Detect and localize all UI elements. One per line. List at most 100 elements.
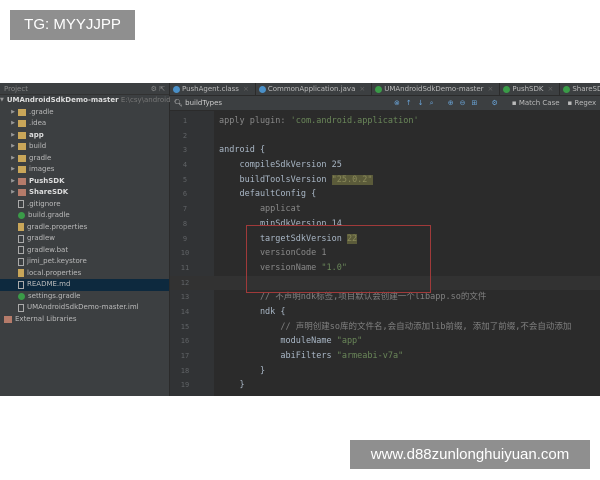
- code-text: ndk {: [219, 306, 286, 317]
- folder-icon: [18, 120, 26, 128]
- code-line: 14 ndk {: [170, 305, 600, 320]
- line-number: 2: [182, 131, 188, 140]
- code-text: compileSdkVersion 25: [219, 160, 342, 171]
- expand-arrow-icon[interactable]: ▶: [8, 141, 18, 153]
- tree-item[interactable]: ▶ PushSDK: [0, 176, 169, 188]
- match-case-checkbox[interactable]: ▪ Match Case: [512, 96, 560, 110]
- editor-tab[interactable]: UMAndroidSdkDemo-master ×: [372, 83, 501, 95]
- tree-item[interactable]: UMAndroidSdkDemo-master.iml: [0, 302, 169, 314]
- tree-item[interactable]: local.properties: [0, 268, 169, 280]
- code-text: abiFilters "armeabi-v7a": [219, 351, 404, 361]
- close-tab-icon[interactable]: ×: [243, 83, 249, 95]
- gradle-icon: [18, 212, 25, 220]
- tree-item[interactable]: README.md: [0, 279, 169, 291]
- line-number: 7: [182, 205, 188, 214]
- code-text: moduleName "app": [219, 336, 363, 347]
- file-type-icon: [503, 85, 511, 93]
- lib-icon: [18, 189, 26, 197]
- tree-item[interactable]: gradle.properties: [0, 222, 169, 234]
- search-nav-icons[interactable]: ⊗↑↓⌕ ⊕⊖⊞ ⚙: [394, 96, 504, 110]
- code-text: apply plugin: 'com.android.application': [219, 116, 419, 126]
- expand-arrow-icon[interactable]: ▶: [8, 164, 18, 176]
- code-line: 3 android {: [170, 143, 600, 158]
- watermark: www.d88zunlonghuiyuan.com: [350, 440, 590, 469]
- tree-item[interactable]: ▶ gradle: [0, 153, 169, 165]
- expand-arrow-icon[interactable]: ▶: [8, 107, 18, 119]
- line-number: 15: [180, 322, 190, 331]
- line-number: 1: [182, 117, 188, 125]
- prop-icon: [18, 223, 24, 232]
- folder-icon: [18, 108, 26, 116]
- highlight-box: [246, 225, 431, 293]
- tree-item[interactable]: ▶ app: [0, 130, 169, 142]
- close-tab-icon[interactable]: ×: [547, 83, 553, 95]
- tree-item[interactable]: gradlew.bat: [0, 245, 169, 257]
- prop-icon: [18, 269, 24, 278]
- expand-arrow-icon[interactable]: ▶: [8, 187, 18, 199]
- folder-icon: [18, 131, 26, 139]
- expand-arrow-icon[interactable]: ▶: [8, 130, 18, 142]
- line-number: 17: [180, 352, 190, 360]
- tree-item[interactable]: build.gradle: [0, 210, 169, 222]
- tree-item[interactable]: settings.gradle: [0, 291, 169, 303]
- tree-item[interactable]: jimi_pet.keystore: [0, 256, 169, 268]
- panel-tools-icon[interactable]: ⚙ ⇱: [151, 83, 165, 94]
- external-libraries[interactable]: External Libraries: [0, 314, 169, 326]
- code-text: // 声明创建so库的文件名,会自动添加lib前缀, 添加了前缀,不会自动添加: [219, 321, 572, 332]
- code-line: 5 buildToolsVersion "25.0.2": [170, 173, 600, 188]
- tree-item[interactable]: .gitignore: [0, 199, 169, 211]
- code-text: }: [219, 365, 266, 376]
- code-text: applicat: [219, 204, 301, 215]
- code-text: }: [219, 380, 245, 391]
- code-line: 4 compileSdkVersion 25: [170, 158, 600, 173]
- line-number: 9: [182, 234, 188, 243]
- expand-arrow-icon[interactable]: ▶: [8, 118, 18, 130]
- file-icon: [18, 246, 24, 255]
- tree-item[interactable]: ▶ .idea: [0, 118, 169, 130]
- search-input[interactable]: 🔍︎ buildTypes: [174, 96, 394, 110]
- expand-arrow-icon[interactable]: ▶: [8, 153, 18, 165]
- editor-tab[interactable]: ShareSDK×: [560, 83, 600, 95]
- editor-tab[interactable]: PushAgent.class ×: [170, 83, 256, 95]
- project-panel: Project ⚙ ⇱ ▼ UMAndroidSdkDemo-master E:\c…: [0, 83, 178, 396]
- line-number: 4: [182, 161, 188, 170]
- file-type-icon: [258, 85, 266, 93]
- code-line: 18 }: [170, 364, 600, 379]
- line-number: 16: [180, 337, 190, 346]
- code-line: 15 // 声明创建so库的文件名,会自动添加lib前缀, 添加了前缀,不会自动…: [170, 320, 600, 335]
- line-number: 11: [180, 263, 190, 272]
- code-text: buildToolsVersion "25.0.2": [219, 174, 373, 185]
- close-tab-icon[interactable]: ×: [359, 83, 365, 95]
- tree-item[interactable]: gradlew: [0, 233, 169, 245]
- project-panel-header: Project ⚙ ⇱: [0, 83, 169, 95]
- folder-icon: [18, 143, 26, 151]
- tree-root[interactable]: ▼ UMAndroidSdkDemo-master E:\csy\android_…: [0, 95, 178, 107]
- code-line: 7 applicat: [170, 202, 600, 217]
- file-type-icon: [173, 85, 180, 93]
- code-line: 16 moduleName "app": [170, 334, 600, 349]
- code-text: android {: [219, 145, 266, 156]
- line-number: 5: [182, 175, 188, 184]
- code-line: 17 abiFilters "armeabi-v7a": [170, 349, 600, 364]
- folder-icon: [18, 154, 26, 162]
- regex-checkbox[interactable]: ▪ Regex: [568, 96, 597, 110]
- line-number: 19: [180, 381, 190, 390]
- editor-tab[interactable]: PushSDK ×: [500, 83, 561, 95]
- tree-item[interactable]: ▶ ShareSDK: [0, 187, 169, 199]
- project-panel-title[interactable]: Project: [4, 83, 28, 94]
- code-line: 19 }: [170, 378, 600, 393]
- file-icon: [18, 280, 24, 289]
- close-tab-icon[interactable]: ×: [488, 83, 494, 95]
- editor-tab[interactable]: CommonApplication.java ×: [256, 83, 373, 95]
- tree-item[interactable]: ▶ build: [0, 141, 169, 153]
- tree-item[interactable]: ▶ images: [0, 164, 169, 176]
- code-line: 2: [170, 129, 600, 144]
- expand-arrow-icon[interactable]: ▶: [8, 176, 18, 188]
- folder-icon: [18, 166, 26, 174]
- line-number: 14: [180, 307, 190, 316]
- gradle-icon: [18, 292, 25, 300]
- line-number: 6: [182, 190, 188, 199]
- tree-item[interactable]: ▶ .gradle: [0, 107, 169, 119]
